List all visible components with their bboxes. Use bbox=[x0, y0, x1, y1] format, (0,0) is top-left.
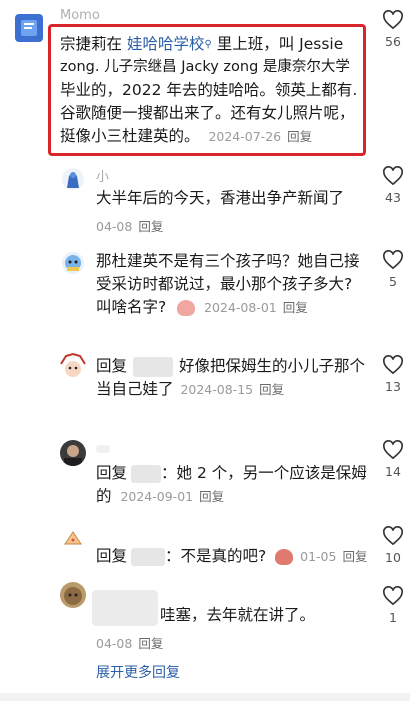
emoji-icon bbox=[275, 548, 294, 565]
reply-date: 04-08 bbox=[96, 636, 133, 651]
reply-button[interactable]: 回复 bbox=[138, 219, 163, 234]
main-like-button[interactable]: 56 bbox=[379, 10, 407, 49]
heart-outline-icon bbox=[383, 166, 403, 186]
main-comment-text: 宗捷莉在 娃哈哈学校⚲ 里上班，叫 Jessie zong. 儿子宗继昌 Jac… bbox=[60, 35, 358, 145]
reply-text: 那杜建英不是有三个孩子吗？她自己接 受采访时都说过，最小那个孩子多大? 叫啥名字… bbox=[96, 252, 360, 316]
reply-avatar[interactable] bbox=[60, 440, 86, 466]
main-comment-username[interactable]: Momo bbox=[60, 8, 100, 23]
reply-avatar[interactable] bbox=[62, 168, 84, 190]
reply-username[interactable] bbox=[96, 438, 110, 457]
user-icon bbox=[67, 172, 79, 188]
reply-date: 04-08 bbox=[96, 219, 133, 234]
cartoon-avatar-icon bbox=[65, 255, 81, 271]
school-link[interactable]: 娃哈哈学校 bbox=[127, 35, 205, 53]
reply-text: 回复 好像把保姆生的小儿子那个 当自己娃了 2024-08-15 回复 bbox=[96, 356, 366, 398]
expand-more-replies-button[interactable]: 展开更多回复 bbox=[96, 662, 180, 682]
cartoon-avatar-icon bbox=[60, 352, 86, 377]
reply-date: 2024-08-01 bbox=[204, 300, 277, 315]
heart-outline-icon bbox=[383, 526, 403, 546]
reply-avatar[interactable] bbox=[62, 252, 84, 274]
redacted-username bbox=[131, 464, 162, 483]
reply-like-count: 43 bbox=[385, 190, 401, 205]
reply-button[interactable]: 回复 bbox=[283, 300, 308, 315]
reply-meta: 04-08 回复 bbox=[96, 633, 163, 652]
reply-meta: 04-08 回复 bbox=[96, 216, 163, 235]
reply-text: 回复 ：不是真的吧? 01-05 回复 bbox=[96, 547, 368, 566]
reply-date: 2024-09-01 bbox=[120, 489, 194, 504]
reply-like-button[interactable]: 10 bbox=[379, 526, 407, 565]
main-reply-button[interactable]: 回复 bbox=[287, 129, 312, 144]
search-icon: ⚲ bbox=[204, 39, 212, 50]
reply-like-button[interactable]: 5 bbox=[379, 250, 407, 289]
heart-outline-icon bbox=[383, 10, 403, 30]
reply-avatar[interactable] bbox=[58, 352, 88, 382]
reply-text: 哇塞，去年就在讲了。 bbox=[160, 606, 316, 624]
reply-button[interactable]: 回复 bbox=[259, 382, 284, 397]
reply-date: 01-05 bbox=[300, 549, 337, 564]
reply-like-count: 5 bbox=[389, 274, 397, 289]
heart-outline-icon bbox=[383, 586, 403, 606]
emoji-icon bbox=[177, 299, 196, 316]
main-commenter-avatar[interactable] bbox=[15, 14, 43, 42]
reply-like-count: 1 bbox=[389, 610, 397, 625]
animal-avatar-icon bbox=[64, 587, 82, 605]
reply-button[interactable]: 回复 bbox=[342, 549, 367, 564]
redacted-username bbox=[131, 547, 166, 566]
reply-like-button[interactable]: 1 bbox=[379, 586, 407, 625]
reply-prefix: 回复 bbox=[96, 464, 128, 482]
heart-outline-icon bbox=[383, 440, 403, 460]
reply-like-button[interactable]: 13 bbox=[379, 355, 407, 394]
reply-button[interactable]: 回复 bbox=[138, 636, 163, 651]
photo-avatar-icon bbox=[64, 445, 82, 466]
reply-like-count: 10 bbox=[385, 550, 401, 565]
reply-button[interactable]: 回复 bbox=[199, 489, 224, 504]
reply-like-button[interactable]: 43 bbox=[379, 166, 407, 205]
reply-prefix: 回复 bbox=[96, 357, 128, 375]
reply-avatar[interactable] bbox=[60, 582, 86, 608]
redacted-username bbox=[92, 590, 158, 626]
reply-like-button[interactable]: 14 bbox=[379, 440, 407, 479]
reply-prefix: 回复 bbox=[96, 547, 128, 565]
reply-like-count: 13 bbox=[385, 379, 401, 394]
main-like-count: 56 bbox=[385, 34, 401, 49]
heart-outline-icon bbox=[383, 250, 403, 270]
reply-like-count: 14 bbox=[385, 464, 401, 479]
book-icon bbox=[21, 20, 37, 36]
reply-text: 回复 ：她 2 个，另一个应该是保姆 的 2024-09-01 回复 bbox=[96, 464, 367, 505]
reply-date: 2024-08-15 bbox=[180, 382, 254, 397]
reply-avatar[interactable] bbox=[62, 528, 84, 550]
reply-text: 大半年后的今天，香港出争产新闻了 bbox=[96, 189, 345, 207]
bottom-divider bbox=[0, 693, 410, 701]
heart-outline-icon bbox=[383, 355, 403, 375]
reply-username[interactable]: 小 bbox=[96, 166, 109, 185]
redacted-username bbox=[133, 356, 174, 377]
main-comment-date: 2024-07-26 bbox=[208, 129, 282, 144]
pizza-avatar-icon bbox=[64, 531, 82, 545]
